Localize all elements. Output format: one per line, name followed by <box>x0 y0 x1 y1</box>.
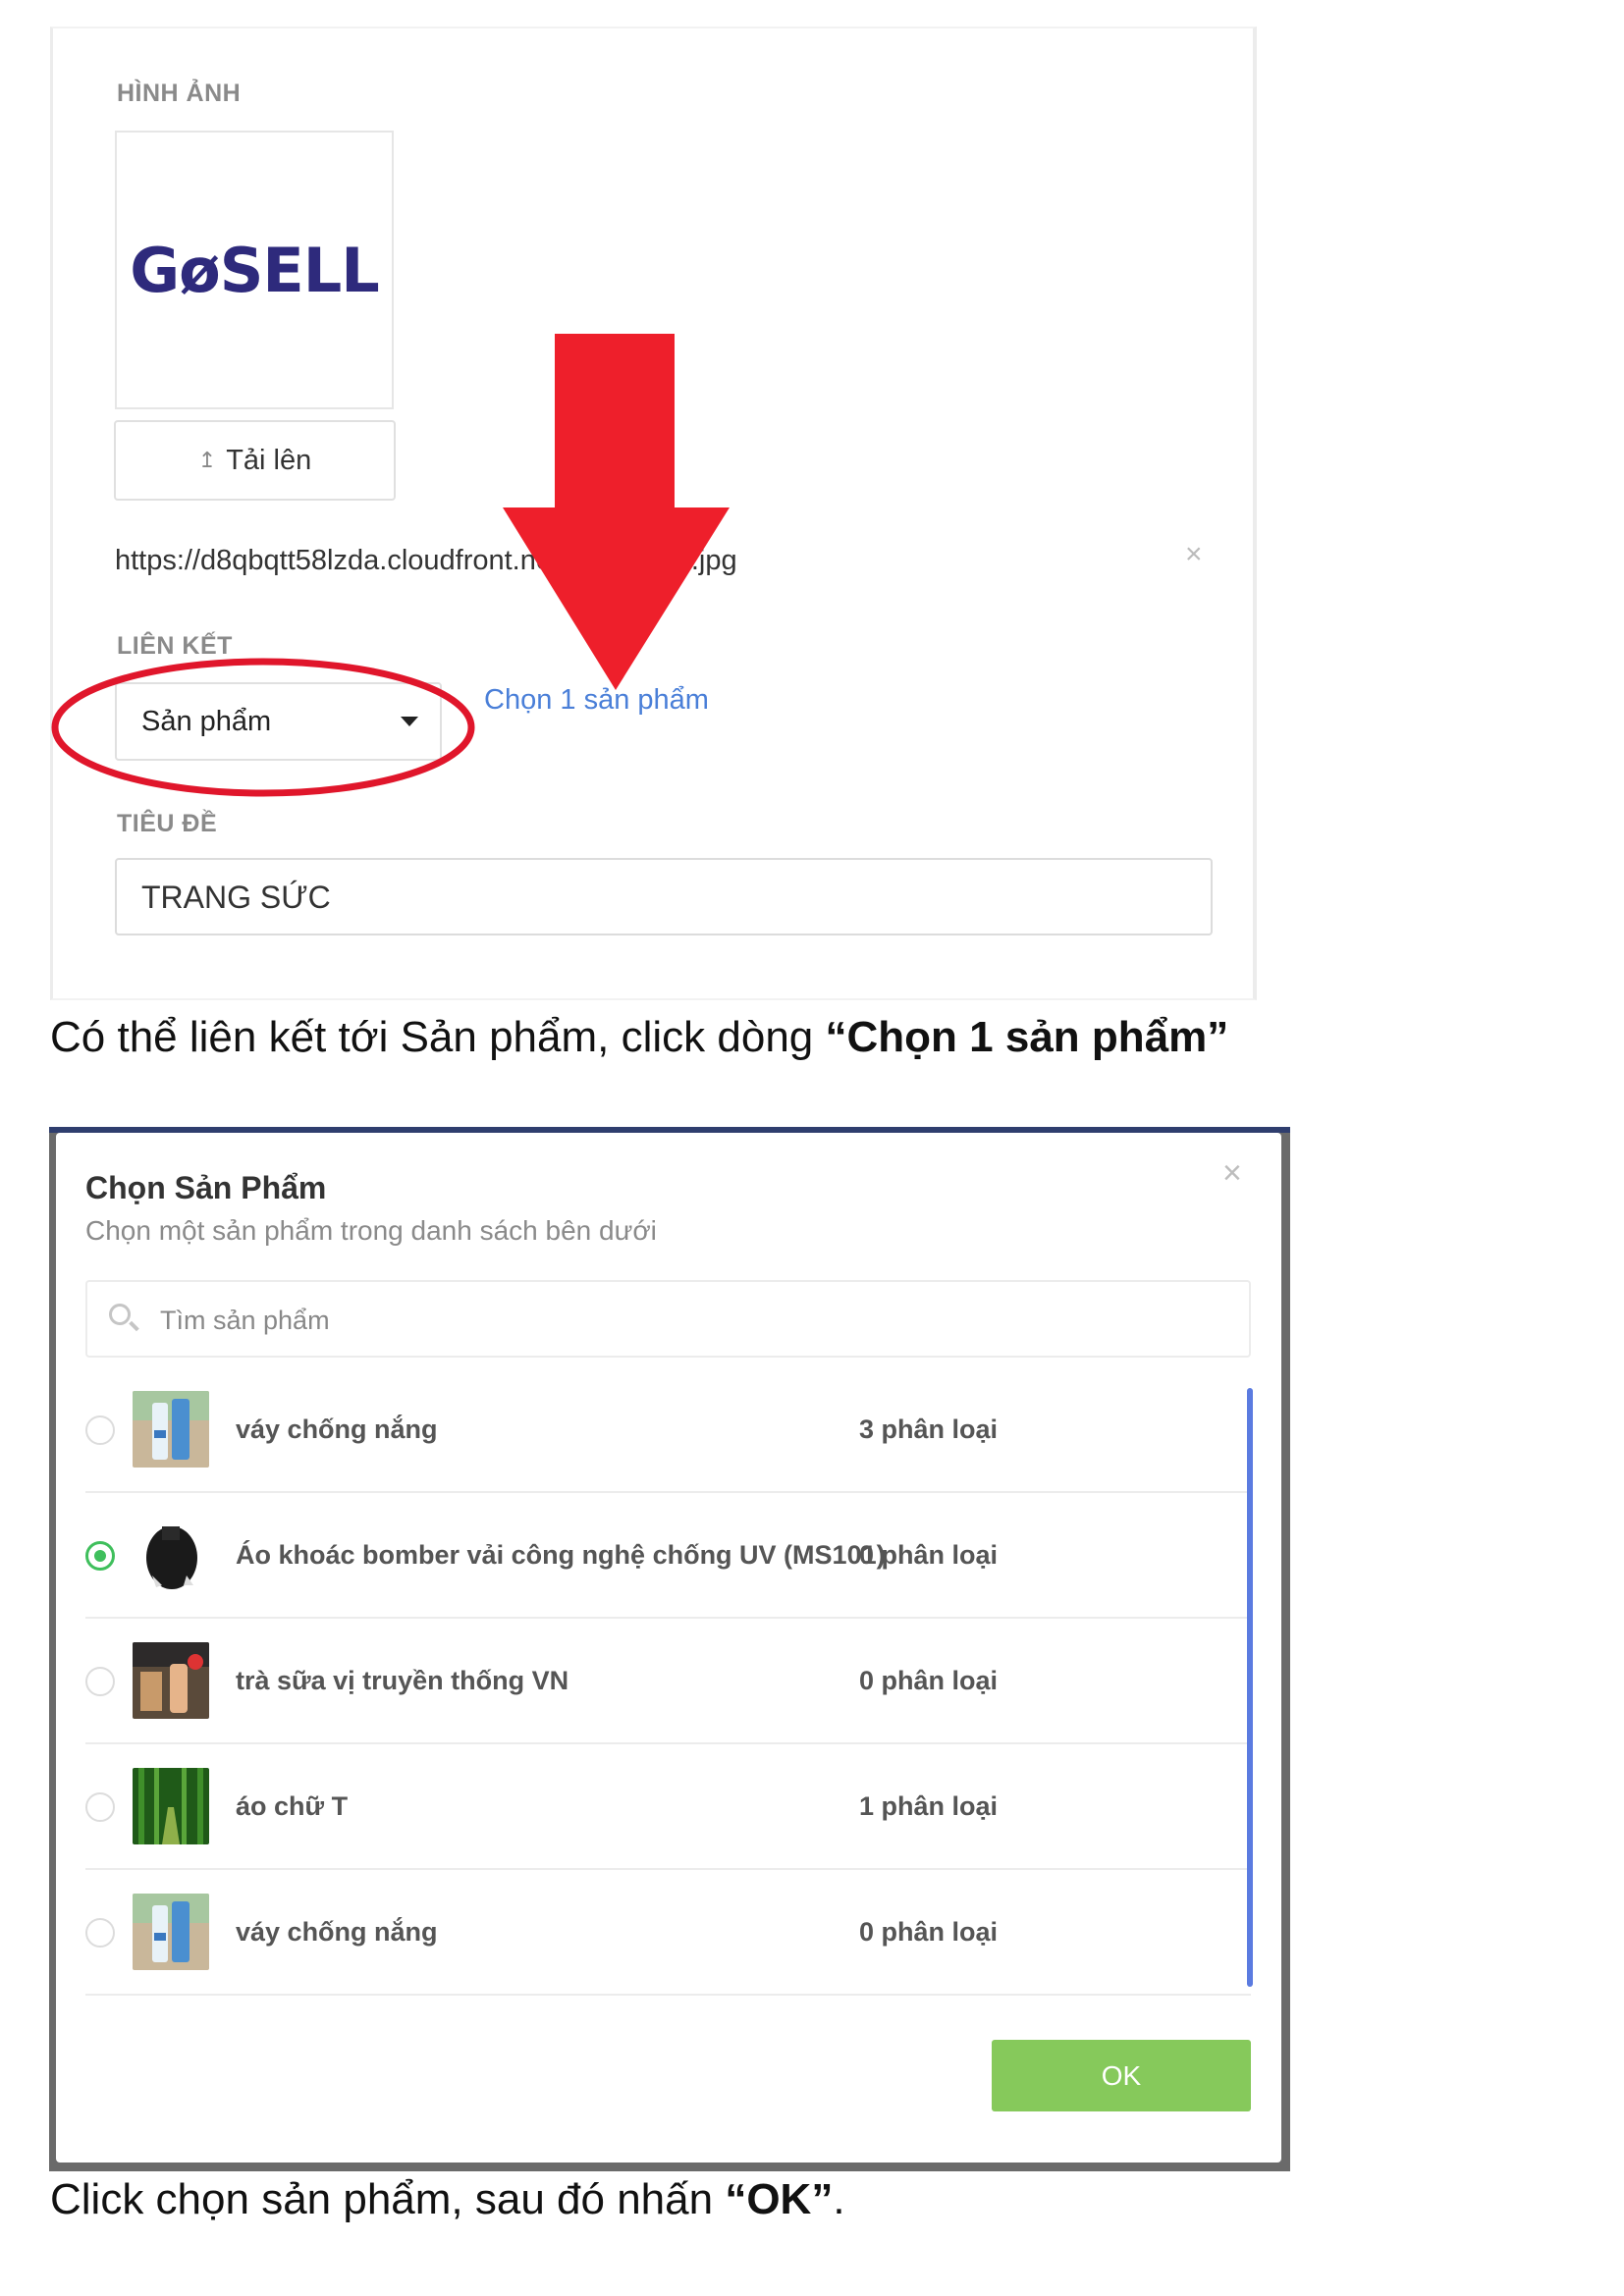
bamboo-icon <box>133 1768 209 1844</box>
step1-caption-text: Có thể liên kết tới Sản phẩm, click dòng <box>50 1013 826 1061</box>
product-variants: 0 phân loại <box>859 1917 999 1947</box>
modal-subtitle: Chọn một sản phẩm trong danh sách bên dư… <box>85 1215 657 1246</box>
jacket-icon <box>133 1517 209 1593</box>
product-variants: 0 phân loại <box>859 1666 999 1695</box>
product-name: váy chống nắng <box>236 1917 438 1947</box>
highlight-ellipse <box>51 658 475 797</box>
sunscreen-icon <box>133 1391 209 1468</box>
red-arrow-icon <box>503 334 730 690</box>
product-radio[interactable] <box>85 1667 115 1696</box>
screenshot-product-picker: Chọn Sản Phẩm Chọn một sản phẩm trong da… <box>49 1127 1290 2171</box>
product-row[interactable]: trà sữa vị truyền thống VN 0 phân loại <box>85 1617 1251 1744</box>
product-variants: 1 phân loại <box>859 1791 999 1821</box>
product-name: váy chống nắng <box>236 1415 438 1444</box>
milk-tea-icon <box>133 1642 209 1719</box>
step2-caption-suffix: . <box>833 2175 845 2223</box>
step2-caption: Click chọn sản phẩm, sau đó nhấn “OK”. <box>50 2175 845 2224</box>
product-name: trà sữa vị truyền thống VN <box>236 1666 569 1695</box>
product-name: Áo khoác bomber vải công nghệ chống UV (… <box>236 1540 886 1570</box>
product-row[interactable]: Áo khoác bomber vải công nghệ chống UV (… <box>85 1491 1251 1619</box>
close-icon[interactable]: × <box>1222 1154 1242 1193</box>
ok-button[interactable]: OK <box>992 2040 1251 2111</box>
modal-title: Chọn Sản Phẩm <box>85 1170 327 1205</box>
product-row[interactable]: váy chống nắng 0 phân loại <box>85 1868 1251 1996</box>
product-search <box>85 1280 1251 1358</box>
product-radio[interactable] <box>85 1918 115 1948</box>
search-input[interactable] <box>158 1300 1144 1341</box>
step1-caption: Có thể liên kết tới Sản phẩm, click dòng… <box>50 1013 1228 1062</box>
product-thumbnail <box>133 1391 209 1468</box>
product-radio[interactable] <box>85 1415 115 1445</box>
product-thumbnail <box>133 1517 209 1593</box>
product-radio[interactable] <box>85 1792 115 1822</box>
list-scrollbar[interactable] <box>1247 1388 1253 1987</box>
search-icon <box>109 1304 131 1325</box>
sunscreen-icon <box>133 1894 209 1970</box>
product-row[interactable]: váy chống nắng 3 phân loại <box>85 1365 1251 1493</box>
product-thumbnail <box>133 1642 209 1719</box>
step2-caption-bold: “OK” <box>725 2175 834 2223</box>
product-row[interactable]: áo chữ T 1 phân loại <box>85 1742 1251 1870</box>
product-variants: 3 phân loại <box>859 1415 999 1444</box>
product-name: áo chữ T <box>236 1791 349 1821</box>
step1-caption-bold: “Chọn 1 sản phẩm” <box>825 1013 1229 1061</box>
product-thumbnail <box>133 1768 209 1844</box>
step2-caption-text: Click chọn sản phẩm, sau đó nhấn <box>50 2175 726 2223</box>
choose-product-modal: Chọn Sản Phẩm Chọn một sản phẩm trong da… <box>56 1133 1281 2163</box>
annotation-overlay <box>51 334 730 797</box>
product-variants: 0 phân loại <box>859 1540 999 1570</box>
product-thumbnail <box>133 1894 209 1970</box>
product-radio-selected[interactable] <box>85 1541 115 1571</box>
